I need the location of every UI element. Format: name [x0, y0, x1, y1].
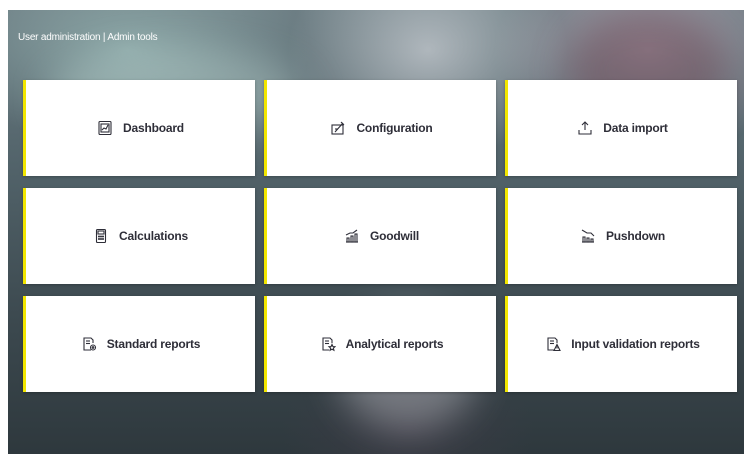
- admin-tile-grid: Dashboard Configuration Data import Calc…: [23, 80, 738, 392]
- tile-configuration[interactable]: Configuration: [264, 80, 496, 176]
- upload-icon: [577, 120, 593, 136]
- tile-analytical-reports[interactable]: Analytical reports: [264, 296, 496, 392]
- calculator-icon: [93, 228, 109, 244]
- dashboard-icon: [97, 120, 113, 136]
- tile-dashboard[interactable]: Dashboard: [23, 80, 255, 176]
- tile-label: Goodwill: [369, 229, 420, 243]
- configuration-icon: [330, 120, 346, 136]
- tile-label: Input validation reports: [571, 337, 700, 351]
- tile-pushdown[interactable]: Pushdown: [505, 188, 737, 284]
- tile-input-validation-reports[interactable]: Input validation reports: [505, 296, 737, 392]
- tile-label: Configuration: [356, 121, 433, 135]
- tile-label: Data import: [603, 121, 668, 135]
- tile-standard-reports[interactable]: Standard reports: [23, 296, 255, 392]
- tile-goodwill[interactable]: Goodwill: [264, 188, 496, 284]
- report-star-icon: [320, 336, 336, 352]
- growth-chart-icon: [344, 228, 360, 244]
- page-title: User administration | Admin tools: [18, 32, 158, 43]
- tile-calculations[interactable]: Calculations: [23, 188, 255, 284]
- tile-label: Pushdown: [605, 229, 666, 243]
- tile-data-import[interactable]: Data import: [505, 80, 737, 176]
- background-photo: User administration | Admin tools Dashbo…: [8, 10, 744, 454]
- report-settings-icon: [81, 336, 97, 352]
- tile-label: Analytical reports: [345, 337, 444, 351]
- tile-label: Dashboard: [123, 121, 184, 135]
- tile-label: Standard reports: [106, 337, 201, 351]
- report-warning-icon: [545, 336, 562, 352]
- tile-label: Calculations: [119, 229, 188, 243]
- pushdown-icon: [580, 228, 596, 244]
